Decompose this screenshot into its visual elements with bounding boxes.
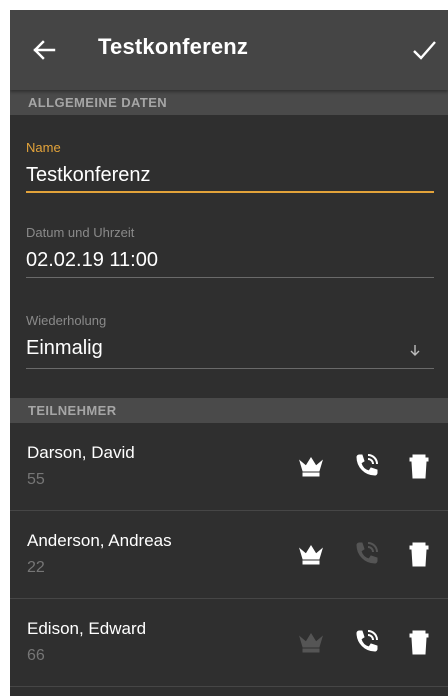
datetime-label: Datum und Uhrzeit: [26, 225, 135, 240]
arrow-left-icon[interactable]: [30, 36, 58, 64]
datetime-field[interactable]: Datum und Uhrzeit 02.02.19 11:00: [26, 225, 434, 278]
trash-icon[interactable]: [406, 541, 432, 567]
name-label: Name: [26, 140, 61, 155]
participant-number: 66: [27, 647, 45, 664]
name-field[interactable]: Name Testkonferenz: [26, 140, 434, 193]
phone-icon[interactable]: [353, 541, 379, 567]
page-title: Testkonferenz: [98, 34, 249, 59]
crown-icon[interactable]: [298, 541, 324, 567]
participant-row[interactable]: Edison, Edward 66: [10, 599, 448, 687]
phone-icon[interactable]: [353, 629, 379, 655]
trash-icon[interactable]: [406, 629, 432, 655]
crown-icon[interactable]: [298, 453, 324, 479]
arrow-down-icon[interactable]: [408, 343, 422, 357]
name-input[interactable]: Testkonferenz: [26, 164, 434, 187]
participant-number: 22: [27, 559, 45, 576]
participant-name: Anderson, Andreas: [27, 531, 172, 550]
screen: Testkonferenz ALLGEMEINE DATEN Name Test…: [10, 10, 448, 696]
check-icon[interactable]: [410, 36, 438, 64]
participant-row[interactable]: Anderson, Andreas 22: [10, 511, 448, 599]
repeat-label: Wiederholung: [26, 313, 107, 328]
participant-number: 55: [27, 471, 45, 488]
participant-name: Edison, Edward: [27, 619, 147, 638]
repeat-underline: [26, 368, 434, 369]
section-header-general: ALLGEMEINE DATEN: [10, 90, 448, 115]
app-bar: Testkonferenz: [10, 10, 448, 90]
participant-name: Darson, David: [27, 443, 135, 462]
phone-icon[interactable]: [353, 453, 379, 479]
repeat-select[interactable]: Einmalig: [26, 337, 434, 360]
datetime-input[interactable]: 02.02.19 11:00: [26, 249, 434, 272]
datetime-underline: [26, 277, 434, 278]
repeat-field[interactable]: Wiederholung Einmalig: [26, 313, 434, 369]
name-underline: [26, 191, 434, 193]
trash-icon[interactable]: [406, 453, 432, 479]
participant-row[interactable]: Darson, David 55: [10, 423, 448, 511]
section-header-participants: TEILNEHMER: [10, 398, 448, 423]
crown-icon[interactable]: [298, 629, 324, 655]
